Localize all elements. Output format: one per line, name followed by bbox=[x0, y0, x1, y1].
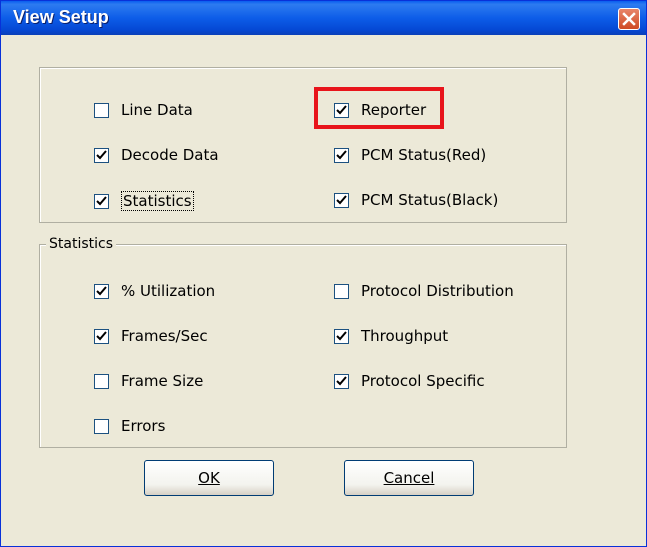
title-bar[interactable]: View Setup bbox=[1, 1, 646, 35]
frames-sec-label: Frames/Sec bbox=[121, 327, 208, 345]
decode-data-label: Decode Data bbox=[121, 146, 219, 164]
checkmark-icon bbox=[96, 149, 107, 159]
line-data-label: Line Data bbox=[121, 101, 193, 119]
frame-size-label: Frame Size bbox=[121, 372, 204, 390]
checkbox-box[interactable] bbox=[334, 328, 349, 344]
protocol-specific-checkbox[interactable]: Protocol Specific bbox=[334, 372, 485, 390]
statistics-group-legend: Statistics bbox=[46, 236, 116, 252]
checkmark-icon bbox=[96, 330, 107, 340]
checkmark-icon bbox=[336, 194, 347, 204]
checkmark-icon bbox=[336, 330, 347, 340]
view-setup-dialog: View Setup Line Data Decode Data Statist… bbox=[0, 0, 647, 547]
checkmark-icon bbox=[96, 195, 107, 205]
statistics-label: Statistics bbox=[121, 191, 194, 211]
utilization-label: % Utilization bbox=[121, 282, 216, 300]
cancel-button-label: Cancel bbox=[383, 469, 435, 487]
checkbox-box[interactable] bbox=[334, 373, 349, 389]
checkmark-icon bbox=[336, 375, 347, 385]
checkmark-icon bbox=[336, 149, 347, 159]
close-icon bbox=[622, 12, 636, 26]
protocol-distribution-label: Protocol Distribution bbox=[361, 282, 514, 300]
decode-data-checkbox[interactable]: Decode Data bbox=[94, 146, 219, 164]
throughput-label: Throughput bbox=[361, 327, 449, 345]
protocol-distribution-checkbox[interactable]: Protocol Distribution bbox=[334, 282, 514, 300]
dialog-title: View Setup bbox=[13, 7, 109, 27]
checkbox-box[interactable] bbox=[94, 418, 109, 434]
statistics-checkbox[interactable]: Statistics bbox=[94, 191, 194, 211]
checkbox-box[interactable] bbox=[94, 102, 109, 118]
checkbox-box[interactable] bbox=[94, 328, 109, 344]
pcm-status-black-checkbox[interactable]: PCM Status(Black) bbox=[334, 191, 498, 209]
checkbox-box[interactable] bbox=[94, 147, 109, 163]
checkbox-box[interactable] bbox=[334, 192, 349, 208]
pcm-status-black-label: PCM Status(Black) bbox=[361, 191, 499, 209]
pcm-status-red-label: PCM Status(Red) bbox=[361, 146, 487, 164]
errors-label: Errors bbox=[121, 417, 166, 435]
checkbox-box[interactable] bbox=[94, 283, 109, 299]
checkbox-box[interactable] bbox=[94, 193, 109, 209]
checkbox-box[interactable] bbox=[334, 283, 349, 299]
checkmark-icon bbox=[96, 285, 107, 295]
protocol-specific-label: Protocol Specific bbox=[361, 372, 485, 390]
line-data-checkbox[interactable]: Line Data bbox=[94, 101, 193, 119]
frames-sec-checkbox[interactable]: Frames/Sec bbox=[94, 327, 208, 345]
frame-size-checkbox[interactable]: Frame Size bbox=[94, 372, 203, 390]
errors-checkbox[interactable]: Errors bbox=[94, 417, 165, 435]
close-button[interactable] bbox=[618, 8, 640, 30]
cancel-button[interactable]: Cancel bbox=[344, 460, 474, 496]
ok-button-label: OK bbox=[198, 469, 220, 487]
pcm-status-red-checkbox[interactable]: PCM Status(Red) bbox=[334, 146, 486, 164]
ok-button[interactable]: OK bbox=[144, 460, 274, 496]
reporter-highlight-box bbox=[314, 87, 444, 129]
checkbox-box[interactable] bbox=[94, 373, 109, 389]
throughput-checkbox[interactable]: Throughput bbox=[334, 327, 448, 345]
checkbox-box[interactable] bbox=[334, 147, 349, 163]
utilization-checkbox[interactable]: % Utilization bbox=[94, 282, 215, 300]
